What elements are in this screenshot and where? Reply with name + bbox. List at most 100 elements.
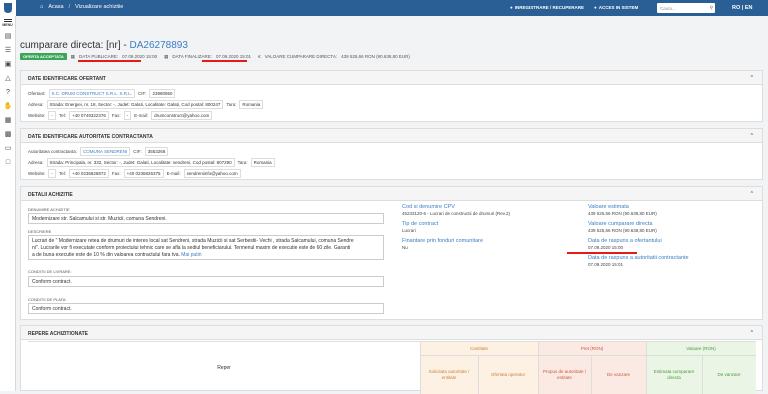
field-label: Adresa: bbox=[28, 160, 44, 165]
field-label: Adresa: bbox=[28, 102, 44, 107]
highlight-underline bbox=[202, 60, 247, 62]
field-label: Website: bbox=[28, 113, 46, 118]
register-link[interactable]: ● INREGISTRARE / RECUPERARE bbox=[510, 5, 584, 10]
login-label: ACCES IN SISTEM bbox=[598, 5, 639, 10]
search-input[interactable]: Cauta... ⚲ bbox=[657, 3, 715, 13]
chat-icon[interactable]: □ bbox=[0, 157, 16, 167]
list-icon[interactable]: ☰ bbox=[0, 45, 16, 55]
menu-toggle[interactable]: MENU bbox=[0, 16, 15, 27]
field-label: Tel: bbox=[58, 171, 66, 176]
group-value: Valoare (RON) bbox=[686, 345, 716, 351]
authority-reply-label: Data de raspuns a autoritatii contractan… bbox=[588, 255, 689, 261]
breadcrumb-separator: / bbox=[68, 4, 71, 10]
offerer-cif: 23980950 bbox=[149, 89, 176, 98]
help-icon[interactable]: ? bbox=[0, 87, 16, 97]
value-value: 439 525,66 RON (90.638,80 EUR) bbox=[341, 54, 410, 59]
offerer-address: Strada: Energiei, nr. 18, Sector: -, Jud… bbox=[46, 100, 224, 109]
finalized-label: DATA FINALIZARE: bbox=[172, 54, 213, 59]
offerer-row: Ofertant: S.C. DRUM CONSTRUCT S.R.L. S.R… bbox=[28, 89, 176, 98]
direct-value-value: 439 525,66 RON (90.638,80 EUR) bbox=[588, 228, 657, 233]
panel-header[interactable]: REPERE ACHIZITIONATE ⌃ bbox=[21, 326, 762, 340]
col-estimated: Estimata cumparare directa bbox=[653, 368, 695, 380]
panel-title: REPERE ACHIZITIONATE bbox=[28, 330, 89, 337]
field-label: Ofertant: bbox=[28, 91, 46, 96]
show-less-link[interactable]: Mai putin bbox=[181, 252, 201, 258]
lock-icon: ● bbox=[593, 5, 597, 10]
document-icon[interactable]: ▤ bbox=[0, 31, 16, 41]
authority-panel: DATE IDENTIFICARE AUTORITATE CONTRACTANT… bbox=[20, 128, 763, 180]
authority-contact-row: Website: - Tel: +40 0236826872 Fax: +40 … bbox=[28, 169, 241, 178]
chevron-up-icon[interactable]: ⌃ bbox=[750, 133, 754, 139]
field-label: DENUMIRE ACHIZITIE bbox=[28, 207, 70, 212]
divider bbox=[478, 355, 479, 394]
cart-icon[interactable]: △ bbox=[0, 73, 16, 83]
authority-address: Strada: Principala, nr. 332, Sector: -, … bbox=[46, 158, 235, 167]
value-label: VALOARE CUMPARARE DIRECTA: bbox=[264, 54, 338, 59]
folder-icon[interactable]: ▣ bbox=[0, 59, 16, 69]
app-logo[interactable] bbox=[0, 0, 16, 16]
panel-header[interactable]: DATE IDENTIFICARE OFERTANT ⌃ bbox=[21, 71, 762, 85]
group-quantity: Cantitate bbox=[469, 345, 488, 351]
language-switch[interactable]: RO | EN bbox=[732, 5, 753, 11]
euro-icon: € bbox=[258, 54, 261, 59]
items-panel: REPERE ACHIZITIONATE ⌃ Reper Cantitate P… bbox=[20, 325, 763, 394]
authority-email: sendreniinfo@yahoo.com bbox=[183, 169, 241, 178]
chevron-up-icon[interactable]: ⌃ bbox=[750, 191, 754, 197]
authority-country: Romania bbox=[250, 158, 275, 167]
details-panel: DETALII ACHIZITIE ⌃ DENUMIRE ACHIZITIE M… bbox=[20, 186, 763, 320]
col-requested: Solicitata autoritate / entitate bbox=[428, 368, 470, 380]
procurement-meta: OFERTA ACCEPTATA ▦ DATA PUBLICARE: 07.09… bbox=[20, 53, 410, 60]
authority-reply-value: 07.09.2020 15:01 bbox=[588, 262, 624, 267]
top-bar: ⌂ Acasa / Vizualizare achizitie ● INREGIS… bbox=[0, 0, 768, 16]
authority-tel: +40 0236826872 bbox=[68, 169, 109, 178]
login-link[interactable]: ● ACCES IN SISTEM bbox=[594, 5, 638, 10]
panel-header[interactable]: DETALII ACHIZITIE ⌃ bbox=[21, 187, 762, 201]
col-reper: Reper bbox=[217, 365, 231, 371]
breadcrumb-current: Vizualizare achizitie bbox=[75, 4, 124, 10]
estimated-value: 439 525,66 RON (90.638,80 EUR) bbox=[588, 211, 657, 216]
authority-address-row: Adresa: Strada: Principala, nr. 332, Sec… bbox=[28, 158, 275, 167]
field-label: CIF: bbox=[137, 91, 147, 96]
offer-reply-label: Data de raspuns a ofertantului bbox=[588, 238, 662, 244]
offer-reply-value: 07.09.2020 15:00 bbox=[588, 245, 624, 250]
chevron-up-icon[interactable]: ⌃ bbox=[750, 75, 754, 81]
authority-fax: +40 0236826375 bbox=[123, 169, 164, 178]
offerer-tel: +40 0749322376 bbox=[68, 111, 109, 120]
breadcrumb-home[interactable]: Acasa bbox=[48, 4, 63, 10]
description-field: Lucrari de " Modernizare retea de drumur… bbox=[28, 235, 384, 260]
building-icon[interactable]: ▦ bbox=[0, 115, 16, 125]
published-label: DATA PUBLICARE: bbox=[79, 54, 119, 59]
page-title: cumparare directa: [nr] - DA26278893 bbox=[20, 40, 188, 51]
monitor-icon[interactable]: ▭ bbox=[0, 143, 16, 153]
calendar-icon: ▦ bbox=[70, 53, 76, 59]
field-label: Autoritatea contractanta: bbox=[28, 149, 78, 154]
hand-icon[interactable]: ✋ bbox=[0, 101, 16, 111]
field-label: Fax: bbox=[111, 113, 121, 118]
chevron-up-icon[interactable]: ⌃ bbox=[750, 330, 754, 336]
authority-row: Autoritatea contractanta: COMUNA SENDREN… bbox=[28, 147, 169, 156]
panel-header[interactable]: DATE IDENTIFICARE AUTORITATE CONTRACTANT… bbox=[21, 129, 762, 143]
field-label: Tel: bbox=[58, 113, 66, 118]
eu-funds-value: Nu bbox=[402, 245, 408, 250]
panel-title: DATE IDENTIFICARE OFERTANT bbox=[28, 75, 106, 82]
procurement-id[interactable]: DA26278893 bbox=[130, 40, 188, 51]
offerer-website: - bbox=[48, 111, 56, 120]
authority-name[interactable]: COMUNA SENDRENI bbox=[80, 147, 131, 156]
field-label: CONDITII DE PLATA: bbox=[28, 297, 67, 302]
col-proposed: Propus de autoritate / entitate bbox=[542, 368, 587, 380]
direct-value-label: Valoare cumparare directa bbox=[588, 221, 653, 227]
offerer-panel: DATE IDENTIFICARE OFERTANT ⌃ Ofertant: S… bbox=[20, 70, 763, 122]
gallery-icon[interactable]: ▩ bbox=[0, 129, 16, 139]
title-prefix: cumparare directa: [nr] - bbox=[20, 40, 127, 51]
hamburger-icon bbox=[3, 19, 12, 22]
offerer-email: drumconstruct@yahoo.com bbox=[151, 111, 213, 120]
sidebar: MENU ▤ ☰ ▣ △ ? ✋ ▦ ▩ ▭ □ bbox=[0, 16, 16, 391]
status-badge: OFERTA ACCEPTATA bbox=[20, 53, 67, 60]
offerer-name[interactable]: S.C. DRUM CONSTRUCT S.R.L. S.R.L. bbox=[48, 89, 135, 98]
finalized-value: 07.09.2020 15:01 bbox=[216, 54, 252, 59]
home-icon[interactable]: ⌂ bbox=[40, 4, 43, 10]
name-field: Modernizare str. Salcamului si str. Muzi… bbox=[28, 213, 384, 224]
search-icon[interactable]: ⚲ bbox=[710, 5, 713, 11]
authority-cif: 3553268 bbox=[144, 147, 169, 156]
field-label: E-mail: bbox=[166, 171, 181, 176]
